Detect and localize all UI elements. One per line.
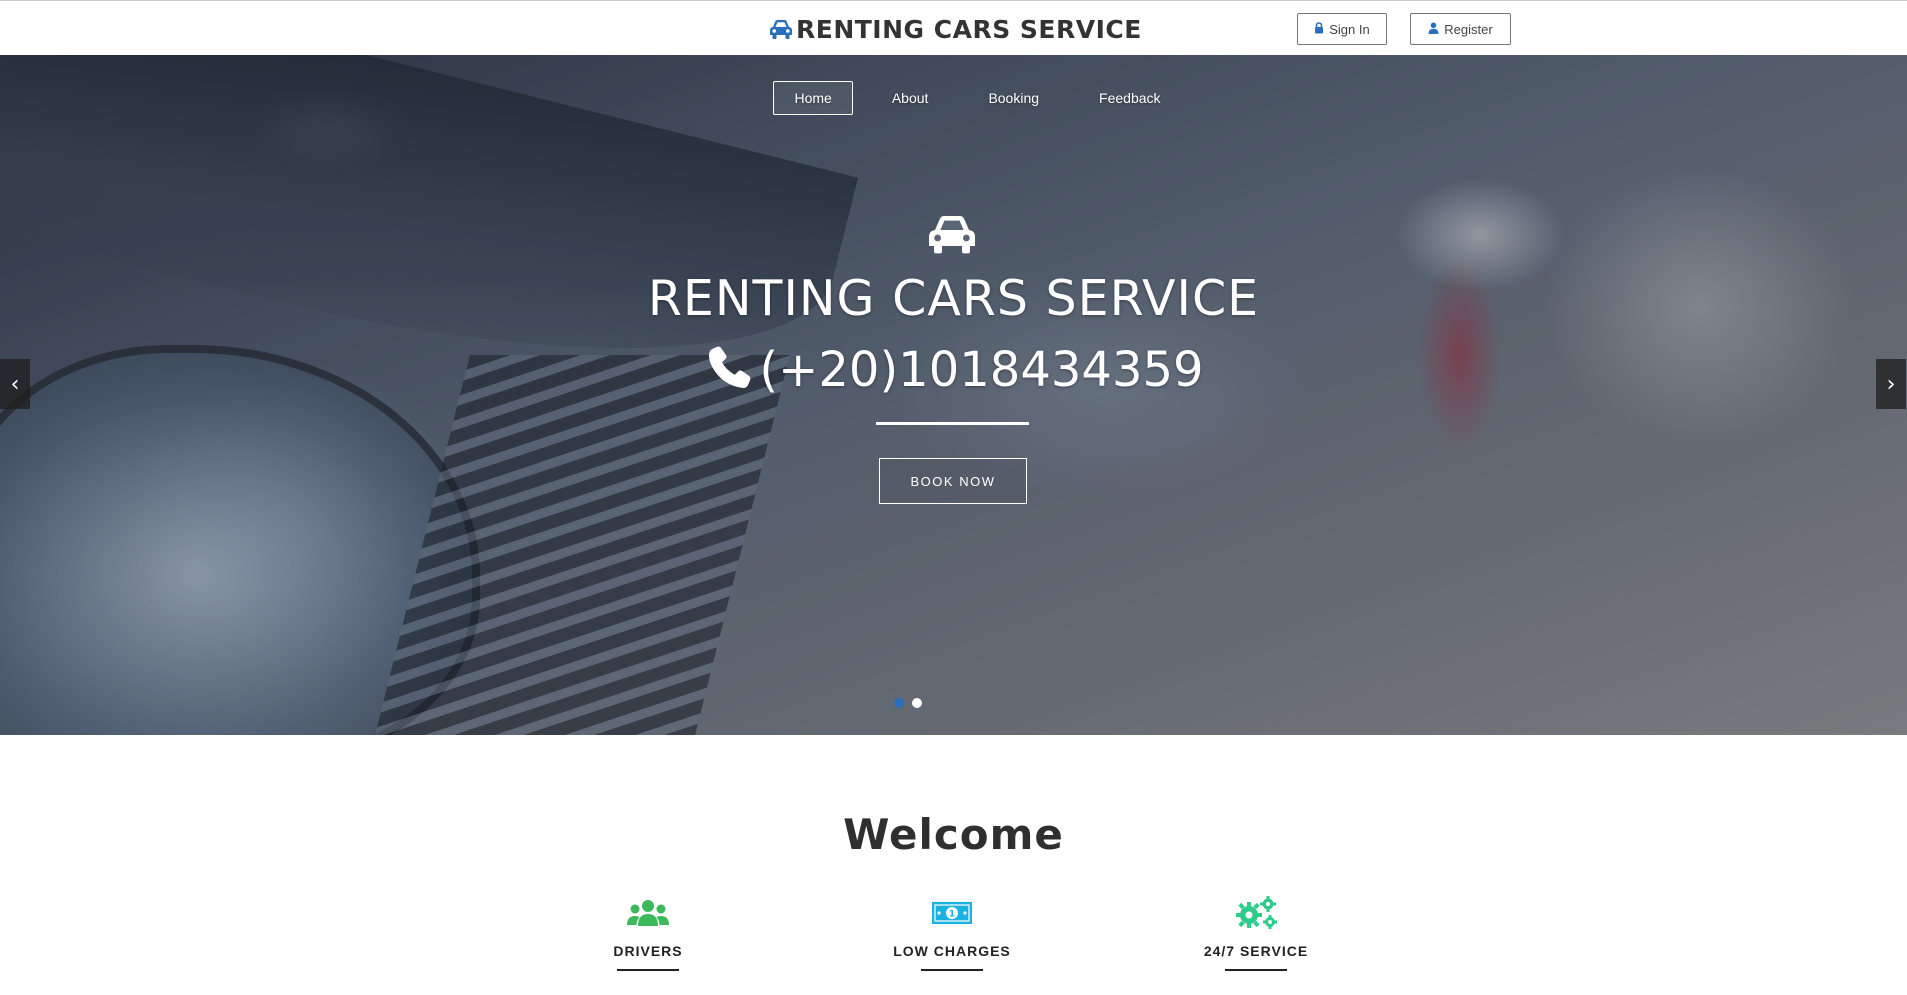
carousel-next-button[interactable]: › bbox=[1876, 359, 1906, 409]
feature-underline bbox=[921, 969, 983, 971]
car-icon bbox=[926, 213, 978, 259]
user-icon bbox=[1428, 22, 1439, 37]
carousel-indicators bbox=[894, 698, 922, 708]
nav-about[interactable]: About bbox=[871, 81, 950, 115]
hero-divider bbox=[876, 422, 1029, 425]
feature-label: DRIVERS bbox=[613, 943, 683, 959]
feature-underline bbox=[1225, 969, 1287, 971]
carousel-dot-1[interactable] bbox=[894, 698, 904, 708]
register-label: Register bbox=[1444, 21, 1493, 37]
money-icon: 1 bbox=[842, 895, 1062, 931]
hero-carousel: Home About Booking Feedback RENTING CARS… bbox=[0, 55, 1907, 735]
top-header: RENTING CARS SERVICE Sign In Register bbox=[0, 0, 1907, 55]
sign-in-label: Sign In bbox=[1329, 21, 1370, 37]
nav-feedback[interactable]: Feedback bbox=[1078, 81, 1181, 115]
feature-underline bbox=[617, 969, 679, 971]
phone-number[interactable]: (+20)1018434359 bbox=[759, 342, 1203, 398]
carousel-dot-2[interactable] bbox=[912, 698, 922, 708]
users-icon bbox=[538, 895, 758, 931]
phone-icon bbox=[703, 342, 755, 398]
car-icon bbox=[768, 18, 794, 40]
welcome-heading: Welcome bbox=[843, 810, 1064, 859]
sign-in-button[interactable]: Sign In bbox=[1297, 13, 1387, 45]
chevron-left-icon: ‹ bbox=[10, 371, 20, 397]
nav-booking[interactable]: Booking bbox=[967, 81, 1060, 115]
gears-icon bbox=[1146, 895, 1366, 931]
brand-title: RENTING CARS SERVICE bbox=[796, 14, 1142, 44]
feature-low-charges: 1 LOW CHARGES bbox=[842, 895, 1062, 971]
brand[interactable]: RENTING CARS SERVICE bbox=[768, 13, 1142, 45]
main-nav: Home About Booking Feedback bbox=[0, 81, 1907, 115]
feature-label: LOW CHARGES bbox=[893, 943, 1011, 959]
carousel-prev-button[interactable]: ‹ bbox=[0, 359, 30, 409]
register-button[interactable]: Register bbox=[1410, 13, 1511, 45]
feature-drivers: DRIVERS bbox=[538, 895, 758, 971]
chevron-right-icon: › bbox=[1886, 371, 1896, 397]
nav-home[interactable]: Home bbox=[773, 81, 853, 115]
feature-label: 24/7 SERVICE bbox=[1203, 943, 1309, 959]
lock-icon bbox=[1314, 21, 1324, 37]
feature-24-7-service: 24/7 SERVICE bbox=[1146, 895, 1366, 971]
svg-text:1: 1 bbox=[949, 910, 955, 920]
hero-phone: (+20)1018434359 bbox=[0, 342, 1907, 398]
book-now-button[interactable]: BOOK NOW bbox=[879, 458, 1027, 504]
hero-title: RENTING CARS SERVICE bbox=[647, 270, 1260, 327]
